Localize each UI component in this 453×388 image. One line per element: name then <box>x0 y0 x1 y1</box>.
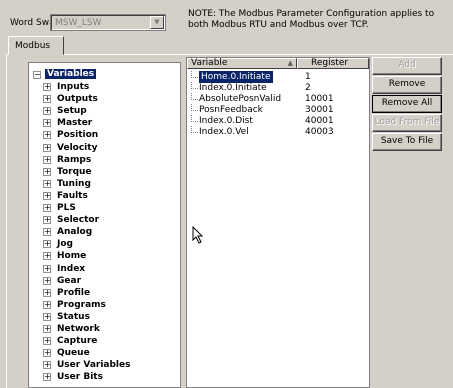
tree-item-label: Selector <box>57 215 100 226</box>
column-header-register-label: Register <box>311 58 349 68</box>
expand-icon[interactable]: + <box>43 155 51 164</box>
expand-icon[interactable]: + <box>43 252 51 261</box>
tree-line <box>191 82 198 89</box>
tree-item-label: Setup <box>57 106 87 117</box>
tree-item-label: Profile <box>57 287 91 298</box>
expand-icon[interactable]: + <box>43 337 51 346</box>
expand-icon[interactable]: + <box>43 204 51 212</box>
tree-item-label: Programs <box>57 299 106 310</box>
list-cell-register: 40003 <box>305 127 334 137</box>
tree-item-label: Queue <box>57 348 90 359</box>
tab-modbus[interactable]: Modbus <box>8 36 64 55</box>
list-row[interactable]: Index.0.Vel 40003 <box>187 126 369 138</box>
expand-icon[interactable]: + <box>43 276 51 285</box>
collapse-icon[interactable]: − <box>33 71 41 79</box>
expand-icon[interactable]: + <box>43 228 51 237</box>
expand-icon[interactable]: + <box>43 325 51 333</box>
remove-all-button[interactable]: Remove All <box>372 95 442 113</box>
tree-item-label: Outputs <box>57 94 98 105</box>
tree-item-label: Home <box>57 251 87 262</box>
tree-line <box>191 93 198 100</box>
sort-icon: ▲ <box>287 59 293 67</box>
tree-item-label: User Variables <box>57 360 131 371</box>
tree-item-label: Torque <box>57 166 92 177</box>
column-header-variable[interactable]: Variable ▲ <box>187 58 297 69</box>
expand-icon[interactable]: + <box>43 240 51 249</box>
expand-icon[interactable]: + <box>43 264 51 273</box>
tree-item-label: Status <box>57 311 90 322</box>
expand-icon[interactable]: + <box>43 300 51 309</box>
expand-icon[interactable]: + <box>43 143 51 152</box>
expand-icon[interactable]: + <box>43 361 51 370</box>
tree-line <box>191 126 198 133</box>
expand-icon[interactable]: + <box>43 288 51 297</box>
expand-icon[interactable]: + <box>43 167 51 176</box>
remove-button[interactable]: Remove <box>372 76 442 94</box>
expand-icon[interactable]: + <box>43 373 51 382</box>
tree-item-label: Faults <box>57 190 88 201</box>
word-swap-select[interactable]: MSW_LSW ▼ <box>50 14 166 31</box>
tree-item-label: Ramps <box>57 154 92 165</box>
tree-item-label: Gear <box>57 275 82 286</box>
expand-icon[interactable]: + <box>43 191 51 200</box>
tree-item-label: Tuning <box>57 178 91 189</box>
expand-icon[interactable]: + <box>43 131 51 140</box>
tree-item-label: Velocity <box>57 142 98 153</box>
list-cell-variable: Index.0.Vel <box>199 127 249 137</box>
note-text: NOTE: The Modbus Parameter Configuration… <box>188 9 435 30</box>
tree-item-label: Index <box>57 263 86 274</box>
expand-icon[interactable]: + <box>43 349 51 358</box>
tree-item-label: Capture <box>57 336 98 347</box>
variables-tree[interactable]: − Variables + Inputs + Outputs + Setup + Master… <box>28 62 181 388</box>
expand-icon[interactable]: + <box>43 107 51 116</box>
tree-item-label: Master <box>57 118 93 129</box>
expand-icon[interactable]: + <box>43 216 51 225</box>
word-swap-value: MSW_LSW <box>55 18 102 28</box>
register-list[interactable]: Variable ▲ Register Home.0.Initiate 1 Inde… <box>186 57 370 388</box>
tree-item-label: Analog <box>57 227 93 238</box>
tree-item-label: PLS <box>57 203 76 213</box>
load-from-file-button[interactable]: Load From File <box>372 114 442 132</box>
tree-line <box>191 104 198 111</box>
column-header-variable-label: Variable <box>191 58 228 68</box>
expand-icon[interactable]: + <box>43 83 51 91</box>
expand-icon[interactable]: + <box>43 312 51 321</box>
column-header-register[interactable]: Register <box>297 58 369 69</box>
mouse-cursor-icon <box>192 226 204 244</box>
tree-item-label: Inputs <box>57 82 90 92</box>
add-button[interactable]: Add <box>372 57 442 75</box>
tree-item-label: User Bits <box>57 372 103 383</box>
tree-line <box>191 115 198 122</box>
list-header: Variable ▲ Register <box>187 58 369 69</box>
tree-item-label: Position <box>57 130 99 141</box>
tree-line <box>191 71 198 78</box>
expand-icon[interactable]: + <box>43 179 51 188</box>
save-to-file-button[interactable]: Save To File <box>372 133 442 151</box>
expand-icon[interactable]: + <box>43 95 51 104</box>
chevron-down-icon[interactable]: ▼ <box>150 16 164 29</box>
tree-item-label: Jog <box>57 239 73 250</box>
tree-item-label: Network <box>57 324 100 334</box>
tree-root-label: Variables <box>45 69 97 79</box>
expand-icon[interactable]: + <box>43 119 51 128</box>
